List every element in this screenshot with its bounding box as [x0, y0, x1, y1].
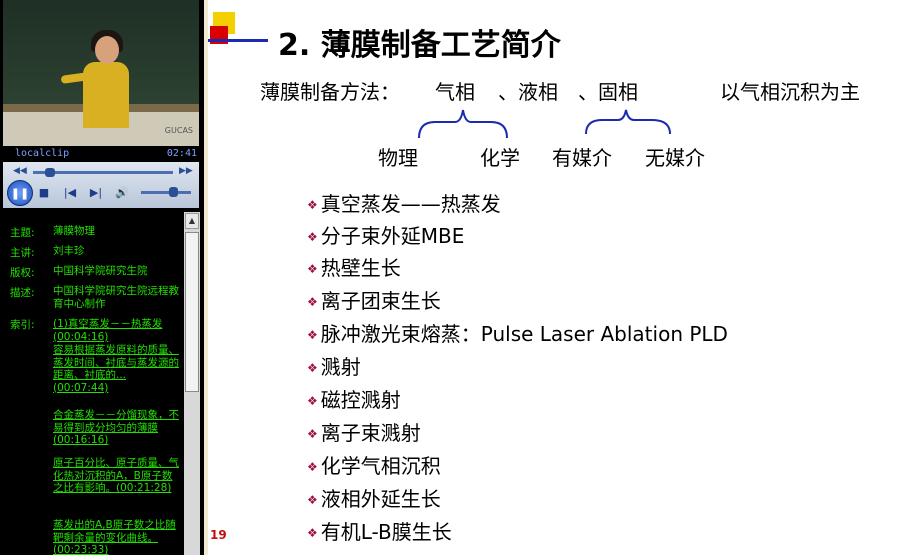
bullet-diamond-icon: ❖: [307, 526, 318, 540]
bullet-text: 分子束外延MBE: [320, 224, 465, 248]
scroll-thumb[interactable]: [185, 232, 199, 392]
index-link-2[interactable]: 容易根据蒸发原料的质量、蒸发时间、衬底与蒸发源的距离、衬底的...(00:07:…: [53, 344, 179, 394]
clip-bar: localclip 02:41: [3, 146, 199, 162]
speaker-label: 主讲:: [10, 247, 35, 259]
bullet-text: 真空蒸发——热蒸发: [320, 192, 501, 216]
bullet-text: 化学气相沉积: [320, 454, 441, 478]
bullet-text: 溅射: [320, 355, 361, 379]
slide: 2. 薄膜制备工艺简介 薄膜制备方法： 气相 、液相 、固相 以气相沉积为主 物…: [204, 0, 913, 555]
desc-value: 中国科学院研究生院远程教育中心制作: [53, 285, 179, 310]
volume-slider[interactable]: [141, 187, 191, 197]
clip-time: 02:41: [166, 148, 197, 159]
methods-label: 薄膜制备方法：: [260, 80, 400, 104]
deco-blue-line: [208, 39, 268, 42]
bullet-item: ❖ 液相外延生长: [307, 483, 441, 512]
bullet-item: ❖ 分子束外延MBE: [307, 220, 464, 249]
arrow-up-icon: ▲: [188, 216, 196, 225]
main-note: 以气相沉积为主: [720, 80, 860, 104]
lecture-info: 主题: 薄膜物理 主讲: 刘丰珍 版权: 中国科学院研究生院 描述: 中国科学院…: [3, 212, 183, 555]
previous-icon: |◀: [63, 185, 77, 199]
copyright-value: 中国科学院研究生院: [53, 265, 148, 277]
topic-value: 薄膜物理: [53, 225, 95, 237]
video-view[interactable]: GUCAS: [3, 0, 199, 146]
sub-chemical: 化学: [480, 146, 520, 170]
fast-forward-icon[interactable]: ▶▶: [179, 166, 193, 176]
index-label: 索引:: [10, 319, 35, 331]
sub-with-medium: 有媒介: [552, 146, 612, 170]
bullet-diamond-icon: ❖: [307, 427, 318, 441]
player-controls: ◀◀ ▶▶ ❚❚ ■ |◀ ▶| 🔊: [3, 162, 199, 208]
index-link-4[interactable]: 原子百分比、原子质量、气化热对沉积的A，B原子数之比有影响。(00:21:28): [53, 457, 179, 495]
pause-icon: ❚❚: [10, 186, 30, 200]
bullet-item: ❖ 真空蒸发——热蒸发: [307, 188, 501, 217]
lecturer-body: [83, 62, 129, 128]
bullet-item: ❖ 热壁生长: [307, 252, 401, 281]
stop-icon: ■: [38, 185, 50, 199]
speaker-icon: 🔊: [115, 185, 129, 199]
seek-bar[interactable]: ◀◀ ▶▶: [9, 166, 193, 178]
lecturer-head: [95, 36, 119, 64]
seek-knob[interactable]: [45, 168, 55, 177]
pause-button[interactable]: ❚❚: [7, 180, 33, 206]
sub-physical: 物理: [378, 146, 418, 170]
bullet-diamond-icon: ❖: [307, 328, 318, 342]
bullet-diamond-icon: ❖: [307, 493, 318, 507]
index-link-1[interactable]: (1)真空蒸发－－热蒸发(00:04:16): [53, 318, 179, 343]
bullet-text: 离子束溅射: [320, 421, 421, 445]
method-gas: 气相: [435, 80, 475, 104]
bullet-item: ❖ 化学气相沉积: [307, 450, 441, 479]
speaker-value: 刘丰珍: [53, 245, 85, 257]
bullet-item: ❖ 磁控溅射: [307, 384, 401, 413]
mute-button[interactable]: 🔊: [113, 182, 131, 202]
bullet-item: ❖ 脉冲激光束熔蒸：Pulse Laser Ablation PLD: [307, 318, 728, 347]
volume-knob[interactable]: [169, 187, 178, 197]
bullet-diamond-icon: ❖: [307, 394, 318, 408]
clip-name: localclip: [15, 148, 70, 159]
page-number: 19: [210, 528, 227, 542]
next-icon: ▶|: [89, 185, 103, 199]
bullet-item: ❖ 有机L-B膜生长: [307, 516, 452, 545]
video-logo: GUCAS: [164, 126, 193, 135]
brace-gas: [418, 109, 508, 139]
scroll-up-button[interactable]: ▲: [185, 213, 199, 229]
sub-without-medium: 无媒介: [645, 146, 705, 170]
bullet-diamond-icon: ❖: [307, 460, 318, 474]
bullet-text: 有机L-B膜生长: [320, 520, 452, 544]
method-liquid: 、液相: [498, 80, 558, 104]
bullet-item: ❖ 离子束溅射: [307, 417, 421, 446]
method-solid: 、固相: [578, 80, 638, 104]
bullet-text: 液相外延生长: [320, 487, 441, 511]
copyright-label: 版权:: [10, 267, 35, 279]
bullet-item: ❖ 离子团束生长: [307, 285, 441, 314]
bullet-text: 离子团束生长: [320, 289, 441, 313]
bullet-text: 热壁生长: [320, 256, 401, 280]
bullet-diamond-icon: ❖: [307, 295, 318, 309]
brace-solid: [585, 109, 671, 135]
bullet-text: 脉冲激光束熔蒸：Pulse Laser Ablation PLD: [320, 322, 728, 346]
rewind-icon[interactable]: ◀◀: [13, 166, 27, 176]
desc-label: 描述:: [10, 287, 35, 299]
previous-button[interactable]: |◀: [61, 182, 79, 202]
bullet-diamond-icon: ❖: [307, 198, 318, 212]
index-link-5[interactable]: 蒸发出的A,B原子数之比随靶剩余量的变化曲线。(00:23:33): [53, 519, 179, 555]
next-button[interactable]: ▶|: [87, 182, 105, 202]
bullet-diamond-icon: ❖: [307, 262, 318, 276]
bullet-item: ❖ 溅射: [307, 351, 361, 380]
bullet-diamond-icon: ❖: [307, 361, 318, 375]
stop-button[interactable]: ■: [35, 182, 53, 202]
slide-title: 2. 薄膜制备工艺简介: [278, 28, 561, 63]
bullet-diamond-icon: ❖: [307, 230, 318, 244]
topic-label: 主题:: [10, 227, 35, 239]
info-scrollbar[interactable]: ▲: [184, 212, 200, 555]
bullet-text: 磁控溅射: [320, 388, 401, 412]
player-panel: GUCAS localclip 02:41 ◀◀ ▶▶ ❚❚ ■ |◀ ▶| 🔊…: [0, 0, 202, 555]
index-link-3[interactable]: 合金蒸发－－分馏现象，不易得到成分均匀的薄膜(00:16:16): [53, 409, 179, 447]
